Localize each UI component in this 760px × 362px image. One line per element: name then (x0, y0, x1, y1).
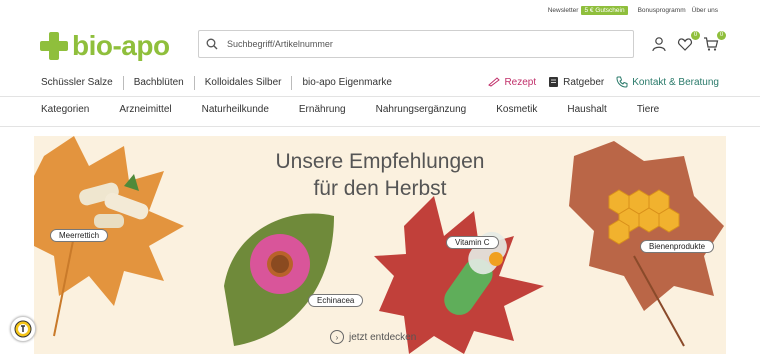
category-ernaehrung[interactable]: Ernährung (299, 104, 346, 115)
kontakt-label: Kontakt & Beratung (632, 76, 719, 88)
discover-cta[interactable]: › jetzt entdecken (330, 330, 416, 344)
site-logo[interactable]: bio-apo (40, 30, 170, 62)
search-icon[interactable] (199, 38, 225, 50)
category-tiere[interactable]: Tiere (637, 104, 659, 115)
category-kosmetik[interactable]: Kosmetik (496, 104, 537, 115)
bonus-link[interactable]: Bonusprogramm (638, 7, 686, 14)
tag-meerrettich[interactable]: Meerrettich (50, 229, 109, 242)
subnav-bachblueten[interactable]: Bachblüten (122, 76, 194, 90)
about-link[interactable]: Über uns (692, 7, 718, 14)
tag-vitamin-c[interactable]: Vitamin C (446, 236, 499, 249)
search-bar[interactable] (198, 30, 634, 58)
headline-line-1: Unsere Empfehlungen (275, 150, 485, 173)
account-icon[interactable] (651, 36, 667, 52)
chevron-right-icon: › (330, 330, 344, 344)
cart-count-badge: 0 (717, 31, 726, 40)
category-naturheilkunde[interactable]: Naturheilkunde (202, 104, 269, 115)
banner-headline: Unsere Empfehlungen für den Herbst (200, 148, 560, 202)
search-input[interactable] (225, 38, 633, 50)
prescription-icon (488, 77, 501, 87)
kontakt-link[interactable]: Kontakt & Beratung (616, 76, 719, 88)
category-kategorien[interactable]: Kategorien (41, 104, 89, 115)
book-icon (549, 77, 559, 87)
subnav-kolloidales-silber[interactable]: Kolloidales Silber (193, 76, 292, 90)
category-haushalt[interactable]: Haushalt (567, 104, 606, 115)
header-icons: 0 0 (651, 31, 726, 52)
ratgeber-label: Ratgeber (563, 76, 605, 88)
sub-navigation: Schüssler Salze Bachblüten Kolloidales S… (41, 76, 402, 90)
phone-icon (616, 76, 628, 88)
header-divider (0, 96, 760, 97)
pharmacy-cross-icon (40, 32, 68, 60)
subnav-schuessler-salze[interactable]: Schüssler Salze (41, 76, 123, 90)
cart-icon[interactable]: 0 (703, 31, 726, 52)
category-nahrungsergaenzung[interactable]: Nahrungsergänzung (376, 104, 467, 115)
trust-seal-icon[interactable] (10, 316, 36, 342)
newsletter-link[interactable]: Newsletter (548, 7, 579, 14)
service-links: Rezept Ratgeber Kontakt & Beratung (488, 76, 719, 88)
top-utility-bar: Newsletter 5 € Gutschein Bonusprogramm Ü… (548, 6, 718, 15)
cta-label: jetzt entdecken (349, 331, 417, 343)
rezept-label: Rezept (504, 76, 537, 88)
tag-echinacea[interactable]: Echinacea (308, 294, 364, 307)
subnav-bio-apo-eigenmarke[interactable]: bio-apo Eigenmarke (291, 76, 402, 90)
rezept-link[interactable]: Rezept (488, 77, 536, 88)
voucher-badge[interactable]: 5 € Gutschein (581, 6, 628, 15)
tag-bienenprodukte[interactable]: Bienenprodukte (640, 240, 715, 253)
category-arzneimittel[interactable]: Arzneimittel (119, 104, 171, 115)
headline-line-2: für den Herbst (313, 177, 447, 200)
ratgeber-link[interactable]: Ratgeber (548, 76, 604, 88)
wishlist-count-badge: 0 (691, 31, 700, 40)
logo-text: bio-apo (72, 30, 170, 61)
category-navigation: Kategorien Arzneimittel Naturheilkunde E… (41, 104, 689, 115)
wishlist-icon[interactable]: 0 (677, 31, 700, 52)
nav-divider (0, 126, 760, 127)
